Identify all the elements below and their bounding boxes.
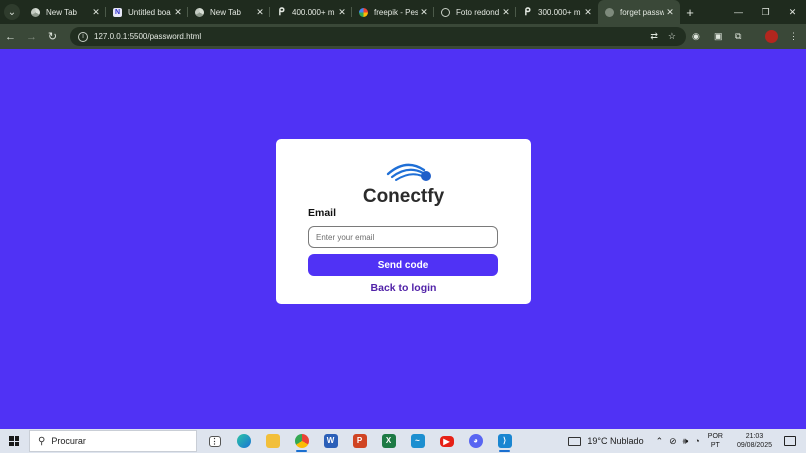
more-menu-icon[interactable]: ⋮ [789,24,798,49]
forward-arrow-icon[interactable]: → [21,31,42,43]
p-icon: ᑭ [278,6,285,18]
input-language[interactable]: POR PT [708,432,723,450]
minimize-icon[interactable]: — [725,7,752,18]
profile-avatar[interactable] [765,24,778,49]
keyboard-layout: PT [710,442,720,449]
notification-icon[interactable] [784,436,796,446]
docs-extension-icon[interactable]: ▣ [714,24,723,49]
url-text[interactable]: 127.0.0.1:5500/password.html [94,32,201,41]
back-arrow-icon[interactable]: ← [0,31,21,43]
tab-title: 400.000+ m [292,7,335,17]
file-explorer-icon[interactable] [258,429,287,453]
camera-extension-icon[interactable]: ◉ [692,24,700,49]
clock-time: 21:03 [745,433,764,440]
weather-widget[interactable]: 19°C Nublado [568,436,644,446]
close-icon[interactable]: ✕ [90,7,102,18]
tab-new-tab-1[interactable]: New Tab ✕ [24,0,106,24]
email-field[interactable] [308,226,498,248]
tab-foto-redonda[interactable]: Foto redond ✕ [434,0,516,24]
browser-tab-strip: ⌄ New Tab ✕ N Untitled boa ✕ New Tab ✕ ᑭ… [0,0,806,24]
close-icon[interactable]: ✕ [500,7,512,18]
tab-freepik[interactable]: freepik - Pes ✕ [352,0,434,24]
close-icon[interactable]: ✕ [336,7,348,18]
chrome-icon[interactable] [287,429,316,453]
tab-new-tab-2[interactable]: New Tab ✕ [188,0,270,24]
clock[interactable]: 21:03 09/08/2025 [737,432,772,450]
globe-icon [441,7,450,17]
tab-title: Foto redond [456,7,500,17]
untitled-board-icon: N [113,7,122,17]
volume-icon[interactable]: 🕪 [683,436,689,447]
clock-date: 09/08/2025 [736,442,772,449]
close-icon[interactable]: ✕ [254,7,266,18]
word-icon[interactable]: W [316,429,345,453]
tab-title: freepik - Pes [374,7,418,17]
taskbar-search[interactable]: ⚲ Procurar [29,430,197,452]
page-icon [605,7,614,17]
close-icon[interactable]: ✕ [172,7,184,18]
start-button[interactable] [0,429,28,453]
reload-icon[interactable]: ↻ [42,30,63,43]
window-controls: — ❐ ✕ [725,7,806,18]
site-info-icon[interactable]: i [78,31,88,42]
send-code-button[interactable]: Send code [308,254,498,276]
extensions-puzzle-icon[interactable]: ⧉ [735,24,741,49]
close-icon[interactable]: ✕ [582,7,594,18]
address-bar[interactable]: i 127.0.0.1:5500/password.html ⇄ ☆ [70,27,686,46]
brand-name: Conectfy [362,186,445,207]
weather-icon [568,436,582,446]
tab-300000[interactable]: ᑭ 300.000+ m ✕ [516,0,598,24]
tab-400000[interactable]: ᑭ 400.000+ m ✕ [270,0,352,24]
tab-search-button[interactable]: ⌄ [0,0,24,24]
translate-icon[interactable]: ⇄ [650,31,658,42]
close-icon[interactable]: ✕ [664,7,676,18]
weather-desc: Nublado [610,436,644,446]
language-code: POR [707,433,723,440]
email-label: Email [308,207,337,219]
discord-icon[interactable]: ◕ [461,429,490,453]
new-tab-button[interactable]: + [680,5,700,20]
excel-icon[interactable]: X [374,429,403,453]
browser-toolbar: ← → ↻ i 127.0.0.1:5500/password.html ⇄ ☆… [0,24,806,49]
chrome-icon [31,7,40,17]
search-icon: ⚲ [38,435,46,447]
tab-untitled-board[interactable]: N Untitled boa ✕ [106,0,188,24]
close-window-icon[interactable]: ✕ [779,7,806,18]
powerpoint-icon[interactable]: P [345,429,374,453]
close-icon[interactable]: ✕ [418,7,430,18]
windows-taskbar: ⚲ Procurar ⋮ W P X ~ ▶ ◕ ⟩ 19°C Nublado … [0,429,806,453]
tab-title: forget passw [620,7,664,17]
task-view-icon[interactable]: ⋮ [200,429,229,453]
bookmark-star-icon[interactable]: ☆ [668,31,676,42]
wifi-icon[interactable]: ◔ [694,436,699,447]
taskbar-apps: ⋮ W P X ~ ▶ ◕ ⟩ [200,429,519,453]
back-to-login-link[interactable]: Back to login [276,282,531,294]
chrome-icon [195,7,204,17]
tab-title: Untitled boa [128,7,171,17]
tray-icons: ⌃ ⊘ 🕪 ◔ [656,436,700,447]
search-placeholder: Procurar [51,436,86,446]
stocks-app-icon[interactable]: ~ [403,429,432,453]
edge-icon[interactable] [229,429,258,453]
system-tray: 19°C Nublado ⌃ ⊘ 🕪 ◔ POR PT 21:03 09/08/… [568,429,806,453]
tab-title: New Tab [46,7,77,17]
restore-icon[interactable]: ❐ [752,7,779,18]
p-icon: ᑭ [524,6,531,18]
chevron-down-icon: ⌄ [4,4,20,20]
windows-logo-icon [9,436,19,446]
tab-forget-password[interactable]: forget passw ✕ [598,0,680,24]
vscode-icon[interactable]: ⟩ [490,429,519,453]
tab-title: 300.000+ m [538,7,581,17]
chevron-up-icon[interactable]: ⌃ [656,436,664,447]
conectfy-logo-icon [386,163,431,181]
microphone-icon[interactable]: ⊘ [669,436,677,447]
weather-temp: 19°C [587,436,608,446]
google-icon [359,7,368,17]
tab-title: New Tab [210,7,241,17]
youtube-icon[interactable]: ▶ [432,429,461,453]
